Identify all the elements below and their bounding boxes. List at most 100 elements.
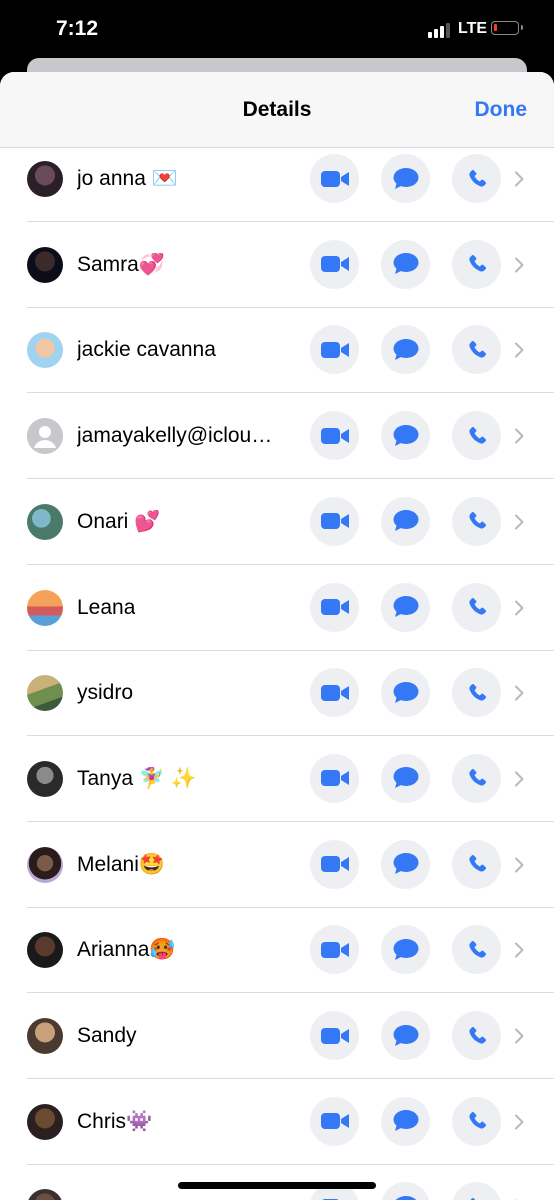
home-indicator[interactable] xyxy=(178,1182,376,1189)
contact-avatar xyxy=(27,1189,63,1200)
status-time: 7:12 xyxy=(56,17,99,40)
video-call-button[interactable] xyxy=(310,668,359,718)
contact-avatar xyxy=(27,161,63,197)
video-call-button[interactable] xyxy=(310,496,359,546)
chevron-right-icon[interactable] xyxy=(514,428,524,444)
contact-avatar xyxy=(27,589,63,626)
contact-row[interactable]: Tanya 🧚‍♀️ ✨ xyxy=(0,736,554,822)
contact-row[interactable]: Melani🤩 xyxy=(0,822,554,908)
phone-icon xyxy=(466,853,488,875)
cellular-signal-icon xyxy=(428,22,452,38)
contact-row[interactable]: jo anna 💌 xyxy=(0,136,554,222)
message-icon xyxy=(393,852,419,876)
video-call-icon xyxy=(320,768,350,788)
contact-name: Sandy xyxy=(77,1024,137,1047)
message-button[interactable] xyxy=(381,154,430,203)
contact-name: jo anna 💌 xyxy=(77,167,178,190)
chevron-right-icon[interactable] xyxy=(514,257,524,273)
message-button[interactable] xyxy=(381,1011,430,1060)
message-icon xyxy=(393,424,419,448)
video-call-button[interactable] xyxy=(310,1096,359,1146)
video-call-icon xyxy=(320,169,350,189)
call-button[interactable] xyxy=(452,325,501,375)
message-button[interactable] xyxy=(381,1182,430,1200)
message-button[interactable] xyxy=(381,668,430,718)
battery-icon xyxy=(491,21,523,35)
video-call-button[interactable] xyxy=(310,839,359,889)
contact-row[interactable]: Samra💞 xyxy=(0,222,554,308)
message-button[interactable] xyxy=(381,1096,430,1146)
message-button[interactable] xyxy=(381,239,430,289)
contact-name: Leana xyxy=(77,595,136,619)
chevron-right-icon[interactable] xyxy=(514,857,524,873)
phone-icon xyxy=(466,767,488,789)
video-call-icon xyxy=(320,597,350,617)
contact-avatar xyxy=(27,246,63,283)
message-button[interactable] xyxy=(381,411,430,461)
chevron-right-icon[interactable] xyxy=(514,342,524,358)
message-button[interactable] xyxy=(381,496,430,546)
contact-name: Tanya 🧚‍♀️ ✨ xyxy=(77,766,198,790)
call-button[interactable] xyxy=(452,582,501,632)
phone-icon xyxy=(466,168,488,190)
contact-avatar xyxy=(27,332,63,369)
message-icon xyxy=(393,938,419,962)
chevron-right-icon[interactable] xyxy=(514,514,524,530)
video-call-button[interactable] xyxy=(310,753,359,803)
message-button[interactable] xyxy=(381,925,430,975)
contact-name: jamayakelly@iclou… xyxy=(77,424,273,448)
contact-avatar xyxy=(27,932,63,969)
call-button[interactable] xyxy=(452,1096,501,1146)
call-button[interactable] xyxy=(452,753,501,803)
done-button[interactable]: Done xyxy=(475,98,528,122)
message-icon xyxy=(393,252,419,276)
chevron-right-icon[interactable] xyxy=(514,600,524,616)
call-button[interactable] xyxy=(452,1182,501,1200)
chevron-right-icon[interactable] xyxy=(514,685,524,701)
video-call-button[interactable] xyxy=(310,582,359,632)
video-call-button[interactable] xyxy=(310,325,359,375)
message-button[interactable] xyxy=(381,582,430,632)
contact-name: Arianna🥵 xyxy=(77,938,176,962)
contact-avatar xyxy=(27,503,63,540)
message-icon xyxy=(393,338,419,362)
call-button[interactable] xyxy=(452,154,501,203)
message-button[interactable] xyxy=(381,753,430,803)
video-call-icon xyxy=(320,426,350,446)
chevron-right-icon[interactable] xyxy=(514,771,524,787)
call-button[interactable] xyxy=(452,925,501,975)
contact-avatar xyxy=(27,846,63,883)
chevron-right-icon[interactable] xyxy=(514,942,524,958)
contact-row[interactable]: jackie cavanna xyxy=(0,307,554,394)
message-icon xyxy=(393,1109,419,1133)
contact-row[interactable]: Chris👾 xyxy=(0,1079,554,1165)
video-call-button[interactable] xyxy=(310,1011,359,1060)
call-button[interactable] xyxy=(452,239,501,289)
video-call-button[interactable] xyxy=(310,239,359,289)
call-button[interactable] xyxy=(452,668,501,718)
message-button[interactable] xyxy=(381,325,430,375)
chevron-right-icon[interactable] xyxy=(514,1028,524,1044)
call-button[interactable] xyxy=(452,839,501,889)
call-button[interactable] xyxy=(452,496,501,546)
contact-row[interactable]: jamayakelly@iclou… xyxy=(0,393,554,480)
message-icon xyxy=(393,595,419,619)
message-button[interactable] xyxy=(381,839,430,889)
contact-row[interactable]: Leana xyxy=(0,565,554,651)
contact-row[interactable]: Arianna🥵 xyxy=(0,907,554,994)
chevron-right-icon[interactable] xyxy=(514,171,524,187)
call-button[interactable] xyxy=(452,411,501,461)
contact-row[interactable]: Sandy xyxy=(0,993,554,1079)
contact-row[interactable]: ysidro xyxy=(0,650,554,737)
chevron-right-icon[interactable] xyxy=(514,1114,524,1130)
video-call-button[interactable] xyxy=(310,411,359,461)
call-button[interactable] xyxy=(452,1011,501,1060)
contact-name: Onari 💕 xyxy=(77,509,161,533)
video-call-button[interactable] xyxy=(310,154,359,203)
phone-icon xyxy=(466,339,488,361)
video-call-icon xyxy=(320,340,350,360)
video-call-icon xyxy=(320,683,350,703)
contact-name: jackie cavanna xyxy=(77,338,216,362)
video-call-button[interactable] xyxy=(310,925,359,975)
contact-row[interactable]: Onari 💕 xyxy=(0,479,554,565)
